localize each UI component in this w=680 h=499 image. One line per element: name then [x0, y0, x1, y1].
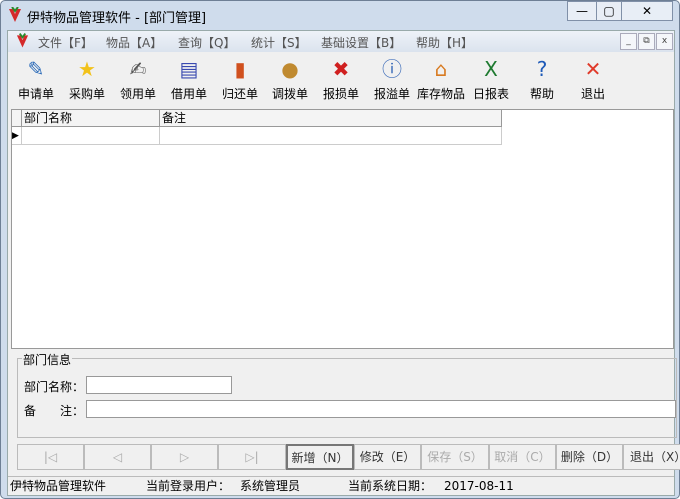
toolbar-button-9[interactable]: ⌂ 库存物品	[417, 56, 465, 102]
toolbar-icon: ●	[281, 57, 299, 81]
maximize-button[interactable]: ▢	[596, 1, 622, 21]
save-button[interactable]: 保存（S）	[421, 444, 489, 470]
app-logo-icon	[9, 7, 21, 22]
toolbar-button-2[interactable]: ★ 采购单	[63, 56, 111, 102]
toolbar-label: 采购单	[68, 87, 105, 101]
toolbar-button-12[interactable]: ✕ 退出	[569, 56, 617, 102]
remark-label: 备 注：	[24, 404, 85, 418]
delete-button[interactable]: 删除（D）	[556, 444, 623, 470]
toolbar-button-1[interactable]: ✎ 申请单	[12, 56, 60, 102]
department-grid[interactable]: 部门名称 备注 ▶	[11, 109, 674, 349]
toolbar-button-4[interactable]: ▤ 借用单	[165, 56, 213, 102]
toolbar-icon: ✖	[332, 57, 350, 81]
department-name-input[interactable]	[86, 376, 232, 394]
toolbar-button-5[interactable]: ▮ 归还单	[216, 56, 264, 102]
cancel-button[interactable]: 取消（C）	[489, 444, 556, 470]
current-row-indicator-icon: ▶	[12, 127, 22, 145]
toolbar-button-6[interactable]: ● 调拨单	[266, 56, 314, 102]
toolbar-icon: ▤	[179, 57, 199, 81]
main-window: 伊特物品管理软件 - [部门管理] — ▢ ✕ 文件【F】 物品【A】 查询【Q…	[0, 0, 680, 499]
remark-input[interactable]	[86, 400, 676, 418]
toolbar-icon: ▮	[234, 57, 246, 81]
toolbar-button-11[interactable]: ? 帮助	[518, 56, 566, 102]
toolbar-button-10[interactable]: X 日报表	[467, 56, 515, 102]
toolbar-button-7[interactable]: ✖ 报损单	[317, 56, 365, 102]
last-record-button[interactable]: ▷|	[218, 444, 286, 470]
close-button[interactable]: ✕	[621, 1, 673, 21]
prev-record-button[interactable]: ◁	[84, 444, 151, 470]
status-user: 系统管理员	[240, 479, 301, 493]
mdi-restore-button[interactable]: ⧉	[638, 33, 655, 50]
menu-settings[interactable]: 基础设置【B】	[321, 34, 401, 51]
toolbar-icon: ✍	[129, 57, 147, 81]
app-logo-icon	[16, 33, 29, 48]
menu-query[interactable]: 查询【Q】	[178, 34, 235, 51]
menu-help[interactable]: 帮助【H】	[416, 34, 473, 51]
status-bar: 伊特物品管理软件 当前登录用户： 系统管理员 当前系统日期： 2017-08-1…	[8, 476, 674, 495]
toolbar-icon: X	[484, 57, 498, 81]
toolbar-button-3[interactable]: ✍ 领用单	[114, 56, 162, 102]
toolbar-label: 归还单	[221, 87, 258, 101]
new-button[interactable]: 新增（N）	[286, 444, 354, 470]
status-app-name: 伊特物品管理软件	[10, 479, 107, 493]
window-title: 伊特物品管理软件 - [部门管理]	[27, 11, 207, 26]
toolbar-label: 报溢单	[373, 87, 410, 101]
column-header-name[interactable]: 部门名称	[22, 110, 160, 127]
toolbar-label: 日报表	[472, 87, 509, 101]
name-label: 部门名称：	[24, 380, 85, 394]
toolbar-icon: ✎	[27, 57, 45, 81]
toolbar-label: 退出	[580, 87, 605, 101]
mdi-minimize-button[interactable]: _	[620, 33, 637, 50]
toolbar-label: 借用单	[170, 87, 207, 101]
menu-stats[interactable]: 统计【S】	[251, 34, 307, 51]
table-cell[interactable]	[160, 127, 502, 145]
column-header-remark[interactable]: 备注	[160, 110, 502, 127]
table-cell[interactable]	[22, 127, 160, 145]
first-record-button[interactable]: |◁	[17, 444, 84, 470]
menu-file[interactable]: 文件【F】	[38, 34, 93, 51]
toolbar-label: 调拨单	[271, 87, 308, 101]
toolbar-icon: ⌂	[434, 57, 448, 81]
group-title: 部门信息	[22, 351, 73, 368]
mdi-close-button[interactable]: x	[656, 33, 673, 50]
minimize-button[interactable]: —	[567, 1, 597, 21]
toolbar-icon: ?	[536, 57, 548, 81]
toolbar-label: 申请单	[17, 87, 54, 101]
toolbar-label: 报损单	[322, 87, 359, 101]
toolbar-label: 库存物品	[417, 87, 466, 101]
toolbar-label: 帮助	[529, 87, 554, 101]
mdi-child-window: 文件【F】 物品【A】 查询【Q】 统计【S】 基础设置【B】 帮助【H】 _ …	[7, 30, 680, 496]
toolbar-label: 领用单	[119, 87, 156, 101]
edit-button[interactable]: 修改（E）	[354, 444, 421, 470]
department-info-group	[17, 358, 677, 438]
toolbar-icon: ★	[78, 57, 96, 81]
exit-button[interactable]: 退出（X）	[623, 444, 680, 470]
row-indicator-header	[12, 110, 22, 127]
menu-items[interactable]: 物品【A】	[106, 34, 162, 51]
toolbar-icon: ✕	[584, 57, 602, 81]
status-date-label: 当前系统日期：	[348, 479, 433, 493]
toolbar-icon: ⓘ	[382, 57, 402, 81]
next-record-button[interactable]: ▷	[151, 444, 218, 470]
toolbar-button-8[interactable]: ⓘ 报溢单	[368, 56, 416, 102]
menu-bar: 文件【F】 物品【A】 查询【Q】 统计【S】 基础设置【B】 帮助【H】 _ …	[8, 31, 674, 52]
status-user-label: 当前登录用户：	[146, 479, 231, 493]
status-date: 2017-08-11	[444, 479, 514, 493]
